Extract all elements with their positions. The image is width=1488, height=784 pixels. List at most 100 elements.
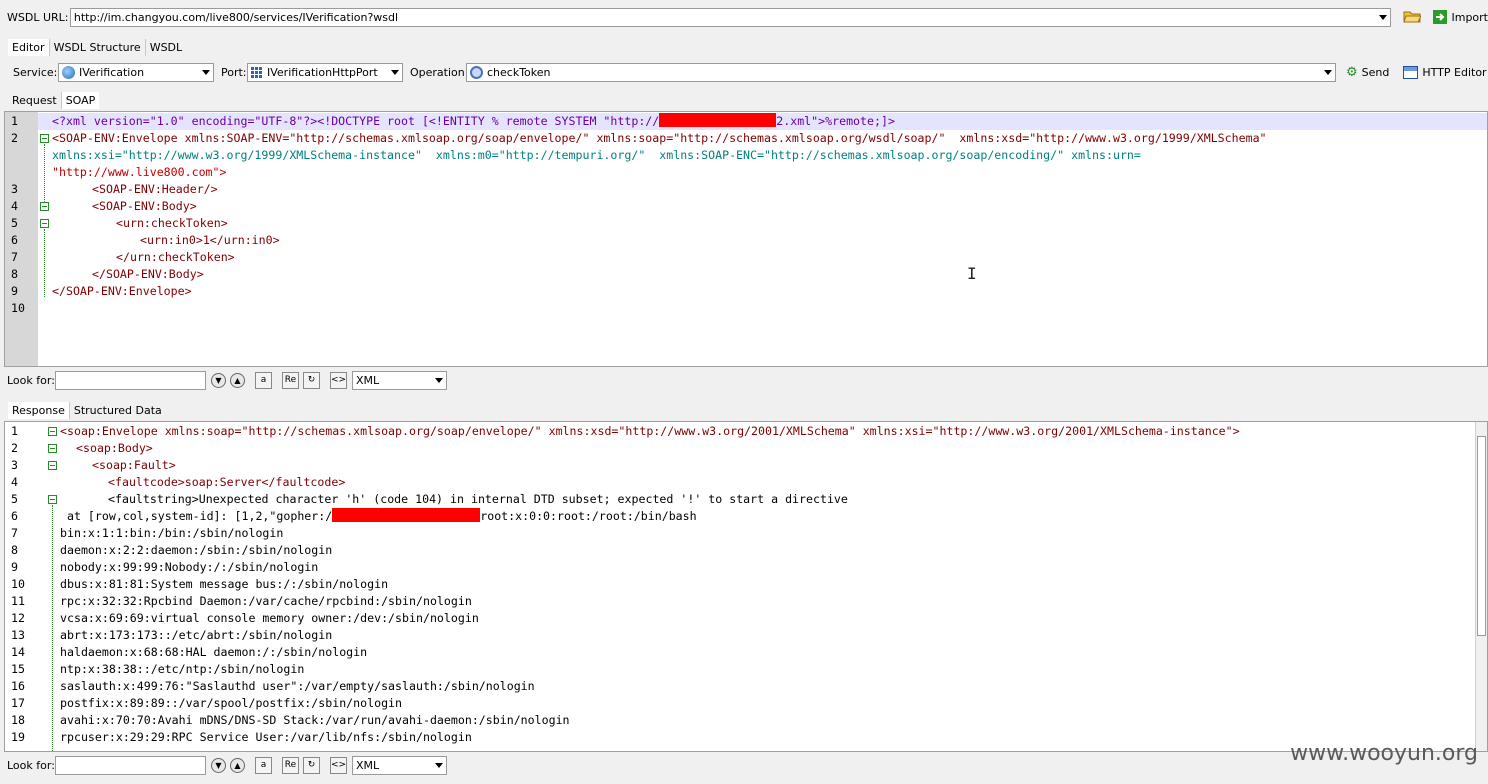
find-mode-select[interactable]: XML — [352, 370, 447, 390]
regex-icon[interactable]: Re — [282, 756, 299, 774]
passwd-root-text: root:x:0:0:root:/root:/bin/bash — [480, 509, 697, 523]
find-next-icon[interactable]: ▼ — [211, 372, 226, 388]
replace-icon[interactable]: ↻ — [303, 371, 320, 389]
operation-select[interactable]: checkToken — [466, 62, 1336, 82]
wsdl-url-label: WSDL URL: — [7, 10, 69, 24]
tab-wsdl-structure[interactable]: WSDL Structure — [50, 38, 146, 56]
service-icon — [62, 65, 75, 79]
fold-toggle-icon[interactable] — [40, 219, 49, 228]
response-line-1: <soap:Envelope xmlns:soap="http://schema… — [60, 423, 1240, 440]
service-dropdown-icon[interactable] — [198, 63, 213, 81]
wsdl-url-dropdown-icon[interactable] — [1375, 8, 1391, 26]
line-number: 13 — [11, 628, 25, 642]
find-input[interactable] — [55, 370, 206, 390]
format-icon[interactable]: <> — [330, 371, 347, 389]
fold-toggle-icon[interactable] — [40, 202, 49, 211]
request-line-6: <urn:in0>1</urn:in0> — [140, 233, 280, 247]
request-tabs: Request SOAP — [0, 91, 1488, 109]
response-line-16: saslauth:x:499:76:"Saslauthd user":/var/… — [60, 679, 535, 693]
line-number: 17 — [11, 696, 25, 710]
line-number: 1 — [11, 114, 18, 128]
fold-guide — [52, 505, 53, 751]
line-number: 9 — [11, 284, 18, 298]
find-previous-icon[interactable]: ▲ — [230, 757, 245, 773]
replace-icon[interactable]: ↻ — [303, 756, 320, 774]
http-editor-button[interactable]: HTTP Editor — [1403, 65, 1487, 79]
response-scrollbar[interactable] — [1475, 422, 1487, 751]
regex-icon[interactable]: Re — [282, 371, 299, 389]
request-line-3: <SOAP-ENV:Header/> — [92, 182, 218, 196]
tab-wsdl[interactable]: WSDL — [146, 39, 186, 56]
operation-dropdown-icon[interactable] — [1320, 63, 1335, 81]
fault-location-text: at [row,col,system-id]: [1,2,"gopher:/ — [60, 509, 333, 523]
import-icon — [1433, 10, 1448, 24]
format-icon[interactable]: <> — [330, 756, 347, 774]
service-value: IVerification — [79, 65, 145, 79]
tab-editor[interactable]: Editor — [8, 38, 50, 56]
line-number: 1 — [11, 424, 18, 438]
fold-toggle-icon[interactable] — [40, 134, 49, 143]
line-number: 12 — [11, 611, 25, 625]
tab-structured-data[interactable]: Structured Data — [70, 402, 166, 419]
open-folder-icon[interactable] — [1403, 9, 1423, 26]
line-number: 7 — [11, 250, 18, 264]
line-number: 11 — [11, 594, 25, 608]
fold-toggle-icon[interactable] — [48, 495, 57, 504]
line-number: 3 — [11, 182, 18, 196]
find-mode-value: XML — [356, 373, 380, 387]
find-label: Look for: — [7, 758, 55, 772]
response-line-8: daemon:x:2:2:daemon:/sbin:/sbin/nologin — [60, 543, 333, 557]
tab-soap[interactable]: SOAP — [61, 91, 100, 109]
request-gutter — [5, 112, 38, 366]
find-previous-icon[interactable]: ▲ — [230, 372, 245, 388]
find-input[interactable] — [55, 755, 206, 775]
port-value: IVerificationHttpPort — [267, 65, 378, 79]
port-icon — [251, 66, 262, 78]
response-line-9: nobody:x:99:99:Nobody:/:/sbin/nologin — [60, 560, 319, 574]
tab-request[interactable]: Request — [8, 91, 62, 109]
response-scrollbar-thumb[interactable] — [1477, 436, 1486, 636]
line-number: 14 — [11, 645, 25, 659]
response-line-18: avahi:x:70:70:Avahi mDNS/DNS-SD Stack:/v… — [60, 713, 570, 727]
find-mode-dropdown-icon[interactable] — [431, 756, 446, 774]
port-dropdown-icon[interactable] — [387, 63, 402, 81]
port-select[interactable]: IVerificationHttpPort — [247, 62, 403, 82]
wsdl-url-input[interactable]: http://im.changyou.com/live800/services/… — [69, 7, 1392, 27]
operation-bar: Service: IVerification Port: IVerificati… — [0, 62, 1488, 82]
request-line-9: </SOAP-ENV:Envelope> — [52, 284, 192, 298]
response-find-bar: Look for: ▼ ▲ a Re ↻ <> XML — [0, 754, 1488, 776]
find-mode-dropdown-icon[interactable] — [431, 371, 446, 389]
response-line-12: vcsa:x:69:69:virtual console memory owne… — [60, 611, 479, 625]
main-tabs: Editor WSDL Structure WSDL — [0, 38, 1488, 56]
fold-toggle-icon[interactable] — [48, 461, 57, 470]
line-number: 7 — [11, 526, 18, 540]
request-editor[interactable]: 1 2 3 4 5 6 7 8 9 10 <?xml version="1.0"… — [4, 111, 1488, 367]
match-case-icon[interactable]: a — [255, 371, 272, 389]
fold-guide — [44, 229, 45, 297]
line-number: 6 — [11, 233, 18, 247]
operation-icon — [470, 65, 483, 79]
text-cursor-icon: I — [967, 264, 977, 283]
find-mode-value: XML — [356, 758, 380, 772]
tab-response[interactable]: Response — [8, 401, 70, 419]
request-line-2-cont2: "http://www.live800.com"> — [52, 165, 227, 179]
service-select[interactable]: IVerification — [58, 62, 214, 82]
doctype-tail-text: 2.xml">%remote;]> — [776, 114, 895, 128]
http-editor-label: HTTP Editor — [1422, 65, 1487, 79]
line-number: 10 — [11, 301, 25, 315]
response-line-7: bin:x:1:1:bin:/bin:/sbin/nologin — [60, 526, 284, 540]
import-button[interactable]: Import — [1433, 10, 1488, 24]
fold-toggle-icon[interactable] — [48, 427, 57, 436]
line-number: 6 — [11, 509, 18, 523]
request-line-2: <SOAP-ENV:Envelope xmlns:SOAP-ENV="http:… — [52, 131, 1267, 145]
response-editor[interactable]: 1 2 3 4 5 6 7 8 9 10 11 12 13 14 15 16 17 18 19 <soap:Enve… — [4, 421, 1488, 752]
line-number: 19 — [11, 730, 25, 744]
send-icon: ⚙ — [1346, 64, 1358, 80]
send-button[interactable]: ⚙ Send — [1346, 65, 1389, 80]
find-mode-select[interactable]: XML — [352, 755, 447, 775]
match-case-icon[interactable]: a — [255, 756, 272, 774]
line-number: 4 — [11, 475, 18, 489]
service-label: Service: — [13, 65, 58, 79]
fold-toggle-icon[interactable] — [48, 444, 57, 453]
find-next-icon[interactable]: ▼ — [211, 757, 226, 773]
